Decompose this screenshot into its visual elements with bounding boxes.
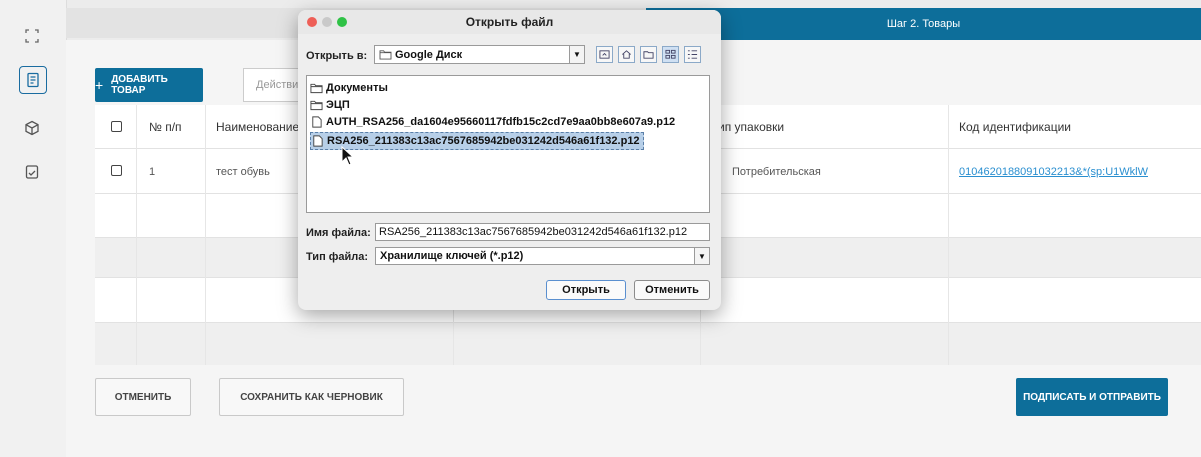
row-divider: [95, 322, 1201, 323]
sign-and-send-button[interactable]: ПОДПИСАТЬ И ОТПРАВИТЬ: [1016, 378, 1168, 416]
dialog-cancel-button[interactable]: Отменить: [634, 280, 710, 300]
list-view-icon[interactable]: [662, 46, 679, 63]
close-window-icon[interactable]: [307, 17, 317, 27]
filetype-label: Тип файла:: [306, 251, 369, 263]
file-name: RSA256_211383c13ac7567685942be031242d546…: [327, 135, 640, 147]
cancel-button[interactable]: ОТМЕНИТЬ: [95, 378, 191, 416]
row-package: Потребительская: [732, 166, 821, 178]
filename-value: RSA256_211383c13ac7567685942be031242d546…: [379, 226, 688, 238]
list-item-folder[interactable]: Документы: [310, 80, 388, 96]
mouse-cursor-icon: [341, 146, 355, 166]
cube-icon[interactable]: [22, 118, 42, 138]
zoom-window-icon[interactable]: [337, 17, 347, 27]
column-header-package[interactable]: ип упаковки: [718, 120, 784, 134]
col-divider: [948, 105, 949, 365]
list-item-file-selected[interactable]: RSA256_211383c13ac7567685942be031242d546…: [310, 132, 644, 150]
plus-icon: +: [95, 77, 104, 93]
file-name: ЭЦП: [326, 99, 350, 111]
cancel-label: ОТМЕНИТЬ: [114, 391, 172, 403]
filetype-value: Хранилище ключей (*.p12): [380, 250, 524, 262]
list-item-file[interactable]: AUTH_RSA256_da1604e95660117fdfb15c2cd7e9…: [310, 114, 675, 130]
add-item-button[interactable]: + ДОБАВИТЬ ТОВАР: [95, 68, 203, 102]
filename-label: Имя файла:: [306, 227, 371, 239]
expand-icon[interactable]: [22, 26, 42, 46]
sidebar: [0, 0, 67, 457]
file-list[interactable]: Документы ЭЦП AUTH_RSA256_da1604e9566011…: [306, 75, 710, 213]
dialog-cancel-label: Отменить: [645, 284, 699, 296]
col-divider: [205, 105, 206, 365]
location-value: Google Диск: [395, 48, 463, 61]
table-row-empty: [95, 322, 1201, 365]
chevron-down-icon[interactable]: ▼: [569, 46, 584, 63]
add-item-label: ДОБАВИТЬ ТОВАР: [111, 74, 168, 96]
column-header-name[interactable]: Наименование: [216, 120, 299, 134]
open-file-dialog: Открыть файл Открыть в: Google Диск ▼ До…: [298, 10, 721, 310]
file-name: Документы: [326, 82, 388, 94]
folder-icon: [379, 50, 392, 60]
save-draft-label: СОХРАНИТЬ КАК ЧЕРНОВИК: [240, 391, 383, 403]
checklist-icon[interactable]: [22, 162, 42, 182]
folder-icon: [310, 100, 323, 111]
filetype-select[interactable]: Хранилище ключей (*.p12) ▼: [375, 247, 710, 265]
column-header-code[interactable]: Код идентификации: [959, 120, 1071, 134]
step-2-label: Шаг 2. Товары: [886, 18, 961, 30]
file-name: AUTH_RSA256_da1604e95660117fdfb15c2cd7e9…: [326, 116, 676, 128]
row-checkbox[interactable]: [111, 165, 122, 176]
step-2-tab[interactable]: Шаг 2. Товары: [646, 8, 1201, 40]
details-view-icon[interactable]: [684, 46, 701, 63]
document-icon[interactable]: [19, 66, 47, 94]
open-button[interactable]: Открыть: [546, 280, 626, 300]
sign-and-send-label: ПОДПИСАТЬ И ОТПРАВИТЬ: [1023, 391, 1161, 403]
home-icon[interactable]: [618, 46, 635, 63]
column-header-number[interactable]: № п/п: [149, 120, 182, 134]
open-button-label: Открыть: [562, 284, 610, 296]
up-folder-icon[interactable]: [596, 46, 613, 63]
folder-icon: [310, 83, 323, 94]
minimize-window-icon[interactable]: [322, 17, 332, 27]
filename-input[interactable]: RSA256_211383c13ac7567685942be031242d546…: [375, 223, 710, 241]
save-draft-button[interactable]: СОХРАНИТЬ КАК ЧЕРНОВИК: [219, 378, 404, 416]
chevron-down-icon[interactable]: ▼: [694, 248, 709, 264]
row-code-link[interactable]: 0104620188091032213&*(sp:U1WklW: [959, 166, 1148, 178]
file-icon: [313, 135, 323, 147]
file-icon: [312, 116, 322, 128]
new-folder-icon[interactable]: [640, 46, 657, 63]
dialog-titlebar[interactable]: Открыть файл: [298, 10, 721, 34]
col-divider: [136, 105, 137, 365]
select-all-checkbox[interactable]: [111, 121, 122, 132]
dialog-title: Открыть файл: [465, 15, 554, 29]
row-number: 1: [149, 166, 156, 178]
location-select[interactable]: Google Диск ▼: [374, 45, 585, 64]
actions-dropdown[interactable]: Действие: [243, 68, 304, 102]
list-item-folder[interactable]: ЭЦП: [310, 97, 350, 113]
row-name: тест обувь: [216, 166, 270, 178]
open-in-label: Открыть в:: [306, 50, 368, 62]
